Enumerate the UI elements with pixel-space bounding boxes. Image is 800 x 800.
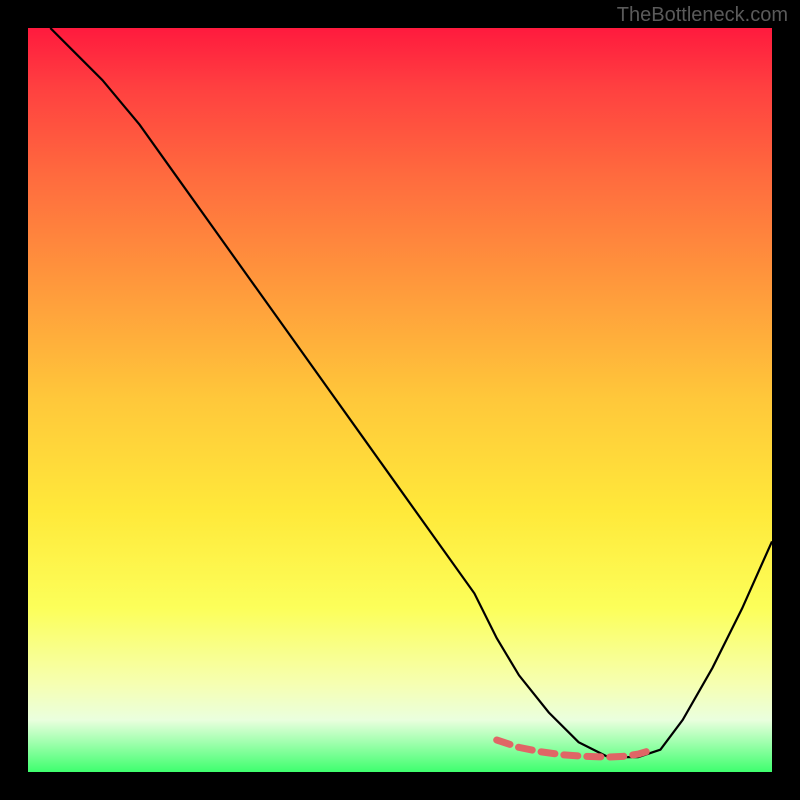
watermark-text: TheBottleneck.com [617,4,788,27]
bottleneck-curve [50,28,772,757]
chart-area [28,28,772,772]
optimal-zone-highlight [497,740,653,757]
chart-svg [28,28,772,772]
